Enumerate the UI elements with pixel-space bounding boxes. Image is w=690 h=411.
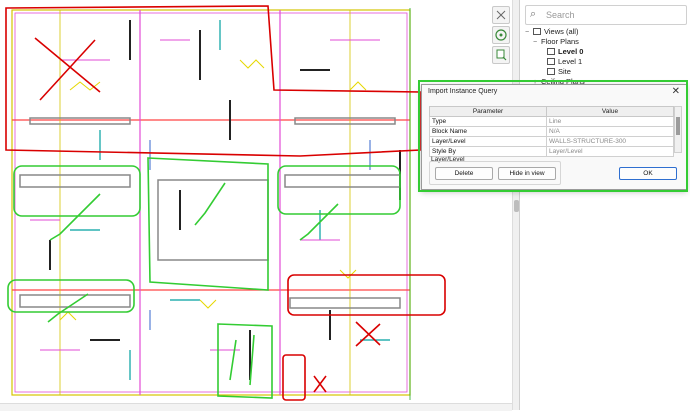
- tree-item-level-1[interactable]: Level 1: [547, 57, 582, 67]
- view-icon: [533, 28, 541, 35]
- tree-item-views-all[interactable]: − Views (all): [525, 27, 578, 37]
- table-row[interactable]: Block Name N/A: [429, 126, 674, 137]
- column-header-value: Value: [546, 106, 674, 117]
- close-icon[interactable]: ✕: [672, 86, 680, 97]
- collapse-toggle[interactable]: −: [525, 28, 533, 38]
- drawing-canvas[interactable]: [0, 0, 515, 410]
- ok-button[interactable]: OK: [619, 167, 677, 180]
- view-icon: [547, 58, 555, 65]
- tree-item-label: Views (all): [544, 27, 579, 36]
- view-icon: [547, 48, 555, 55]
- search-icon: ⌕: [530, 8, 537, 20]
- search-input[interactable]: [544, 7, 686, 23]
- parameter-cell: Style By: [429, 146, 547, 157]
- table-row[interactable]: Layer/Level WALLS-STRUCTURE-300: [429, 136, 674, 147]
- parameter-cell: Block Name: [429, 126, 547, 137]
- tree-item-site[interactable]: Site: [547, 67, 571, 77]
- project-browser: ⌕ −Views (all) −Floor Plans Level 0 Leve…: [519, 0, 690, 410]
- view-icon: [547, 68, 555, 75]
- nav-steering-wheel-icon[interactable]: [492, 26, 510, 44]
- tree-item-label: Level 1: [558, 57, 583, 66]
- column-header-parameter: Parameter: [429, 106, 547, 117]
- floor-plan-drawing[interactable]: [0, 0, 515, 410]
- tree-item-floor-plans[interactable]: − Floor Plans: [533, 37, 579, 47]
- tree-item-label: Floor Plans: [541, 37, 579, 46]
- value-cell: Layer/Level: [546, 146, 674, 157]
- tree-item-label: Site: [558, 67, 571, 76]
- hide-in-view-button[interactable]: Hide in view: [498, 167, 556, 180]
- delete-button[interactable]: Delete: [435, 167, 493, 180]
- value-cell: Line: [546, 116, 674, 127]
- search-box[interactable]: ⌕: [525, 5, 687, 25]
- parameter-cell: Type: [429, 116, 547, 127]
- table-scrollbar[interactable]: [674, 106, 682, 153]
- scrollbar-thumb[interactable]: [676, 117, 680, 135]
- collapse-toggle[interactable]: −: [533, 38, 541, 48]
- table-row[interactable]: Style By Layer/Level: [429, 146, 674, 157]
- close-icon[interactable]: [492, 6, 510, 24]
- dialog-title: Import Instance Query: [428, 88, 498, 95]
- tree-item-level-0[interactable]: Level 0: [547, 47, 583, 57]
- tree-item-label: Level 0: [558, 47, 584, 56]
- value-cell: N/A: [546, 126, 674, 137]
- import-instance-query-dialog: Import Instance Query ✕ Parameter Value …: [421, 84, 687, 190]
- parameter-cell: Layer/Level: [429, 136, 547, 147]
- table-row[interactable]: Type Line: [429, 116, 674, 127]
- navigation-bar: [489, 6, 513, 86]
- parameter-table: Parameter Value Type Line Block Name N/A…: [429, 106, 674, 157]
- zoom-icon[interactable]: [492, 46, 510, 64]
- value-cell: WALLS-STRUCTURE-300: [546, 136, 674, 147]
